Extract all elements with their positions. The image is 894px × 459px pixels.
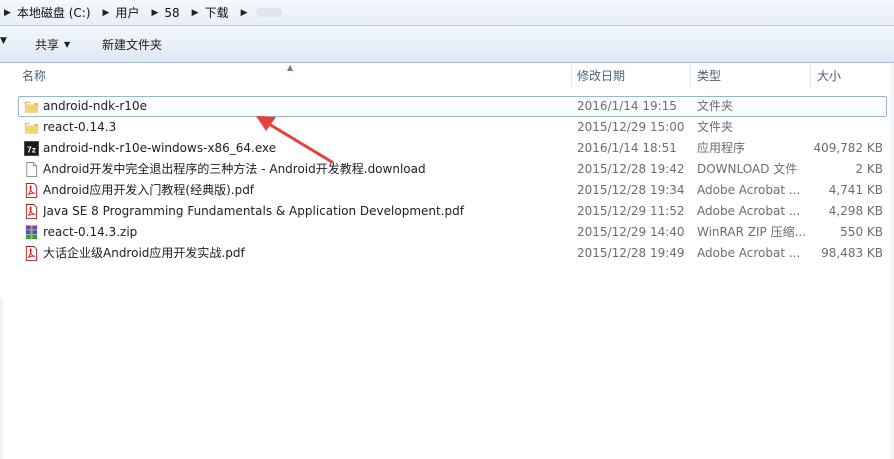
- navigation-pane-edge: [0, 300, 3, 459]
- pdf-icon: [25, 204, 38, 219]
- new-folder-button-label: 新建文件夹: [102, 38, 163, 52]
- folder-icon: [24, 101, 39, 113]
- file-type: Adobe Acrobat ...: [697, 183, 801, 197]
- file-type: DOWNLOAD 文件: [697, 162, 798, 176]
- generic-file-icon: [26, 162, 38, 177]
- chevron-right-icon[interactable]: ▶: [239, 8, 254, 18]
- column-header-modified[interactable]: 修改日期: [577, 63, 625, 89]
- winrar-icon: [25, 225, 38, 240]
- breadcrumb-item-user[interactable]: 58: [164, 6, 189, 20]
- file-size: [810, 96, 883, 117]
- file-name: Java SE 8 Programming Fundamentals & App…: [43, 204, 464, 218]
- file-modified: 2015/12/29 15:00: [577, 120, 685, 134]
- chevron-down-icon: ▼: [64, 40, 71, 49]
- folder-icon: [24, 122, 39, 134]
- file-name: react-0.14.3.zip: [43, 225, 138, 239]
- file-size: 2 KB: [855, 162, 883, 176]
- file-modified: 2016/1/14 19:15: [577, 99, 677, 113]
- chevron-right-icon[interactable]: ▶: [149, 8, 164, 18]
- file-type: 文件夹: [697, 99, 734, 113]
- file-list: android-ndk-r10e 2016/1/14 19:15 文件夹 rea…: [0, 96, 894, 264]
- file-modified: 2015/12/29 11:52: [577, 204, 685, 218]
- file-size: 98,483 KB: [821, 246, 883, 260]
- file-size: 4,741 KB: [828, 183, 883, 197]
- file-row[interactable]: react-0.14.3.zip 2015/12/29 14:40 WinRAR…: [0, 222, 894, 243]
- column-divider[interactable]: [810, 65, 811, 87]
- pdf-icon: [25, 246, 38, 261]
- column-divider[interactable]: [690, 65, 691, 87]
- breadcrumb-item-downloads[interactable]: 下载: [205, 4, 239, 21]
- command-toolbar: ▼ 共享 ▼ 新建文件夹: [0, 26, 894, 63]
- file-modified: 2016/1/14 18:51: [577, 141, 677, 155]
- file-modified: 2015/12/29 14:40: [577, 225, 685, 239]
- file-type: 应用程序: [697, 141, 746, 155]
- file-size: 550 KB: [840, 225, 883, 239]
- file-type: Adobe Acrobat ...: [697, 204, 801, 218]
- file-modified: 2015/12/28 19:34: [577, 183, 685, 197]
- column-divider[interactable]: [571, 65, 572, 87]
- file-row[interactable]: react-0.14.3 2015/12/29 15:00 文件夹: [0, 117, 894, 138]
- chevron-right-icon[interactable]: ▶: [2, 8, 17, 18]
- file-modified: 2015/12/28 19:49: [577, 246, 685, 260]
- breadcrumb: ▶ 本地磁盘 (C:) ▶ 用户 ▶ 58 ▶ 下载 ▶: [2, 0, 282, 25]
- chevron-right-icon[interactable]: ▶: [101, 8, 116, 18]
- file-type: 文件夹: [697, 120, 734, 134]
- new-folder-button[interactable]: 新建文件夹: [102, 36, 162, 53]
- share-button[interactable]: 共享 ▼: [35, 36, 70, 53]
- file-row[interactable]: Java SE 8 Programming Fundamentals & App…: [0, 201, 894, 222]
- file-type: Adobe Acrobat ...: [697, 246, 801, 260]
- file-row[interactable]: Android应用开发入门教程(经典版).pdf 2015/12/28 19:3…: [0, 180, 894, 201]
- sort-ascending-icon: ▲: [287, 63, 294, 72]
- file-row[interactable]: 大话企业级Android应用开发实战.pdf 2015/12/28 19:49 …: [0, 243, 894, 264]
- breadcrumb-item-users[interactable]: 用户: [115, 4, 149, 21]
- file-size: 4,298 KB: [828, 204, 883, 218]
- file-name: Android应用开发入门教程(经典版).pdf: [43, 183, 255, 197]
- share-button-label: 共享: [35, 38, 60, 52]
- pdf-icon: [25, 183, 38, 198]
- file-modified: 2015/12/28 19:42: [577, 162, 685, 176]
- vertical-scrollbar[interactable]: [890, 63, 894, 459]
- column-header-type[interactable]: 类型: [697, 63, 721, 89]
- breadcrumb-blurred-segment: [255, 8, 282, 17]
- file-size: 409,782 KB: [813, 141, 883, 155]
- file-row[interactable]: 7z android-ndk-r10e-windows-x86_64.exe 2…: [0, 138, 894, 159]
- file-name: 大话企业级Android应用开发实战.pdf: [43, 246, 245, 260]
- file-row[interactable]: Android开发中完全退出程序的三种方法 - Android开发教程.down…: [0, 159, 894, 180]
- svg-text:7z: 7z: [27, 144, 36, 154]
- file-row[interactable]: android-ndk-r10e 2016/1/14 19:15 文件夹: [0, 96, 894, 117]
- file-size: [810, 117, 883, 138]
- column-header-name[interactable]: 名称: [22, 63, 46, 89]
- chevron-down-icon[interactable]: ▼: [0, 36, 7, 46]
- file-type: WinRAR ZIP 压缩...: [697, 225, 807, 239]
- column-header-size[interactable]: 大小: [817, 63, 841, 89]
- address-bar[interactable]: ▶ 本地磁盘 (C:) ▶ 用户 ▶ 58 ▶ 下载 ▶: [0, 0, 894, 26]
- chevron-right-icon[interactable]: ▶: [190, 8, 205, 18]
- annotation-arrow-icon: [256, 116, 334, 164]
- column-header-row: ▲ 名称 修改日期 类型 大小: [0, 63, 894, 89]
- breadcrumb-item-drive[interactable]: 本地磁盘 (C:): [17, 4, 101, 21]
- 7z-exe-icon: 7z: [24, 141, 39, 156]
